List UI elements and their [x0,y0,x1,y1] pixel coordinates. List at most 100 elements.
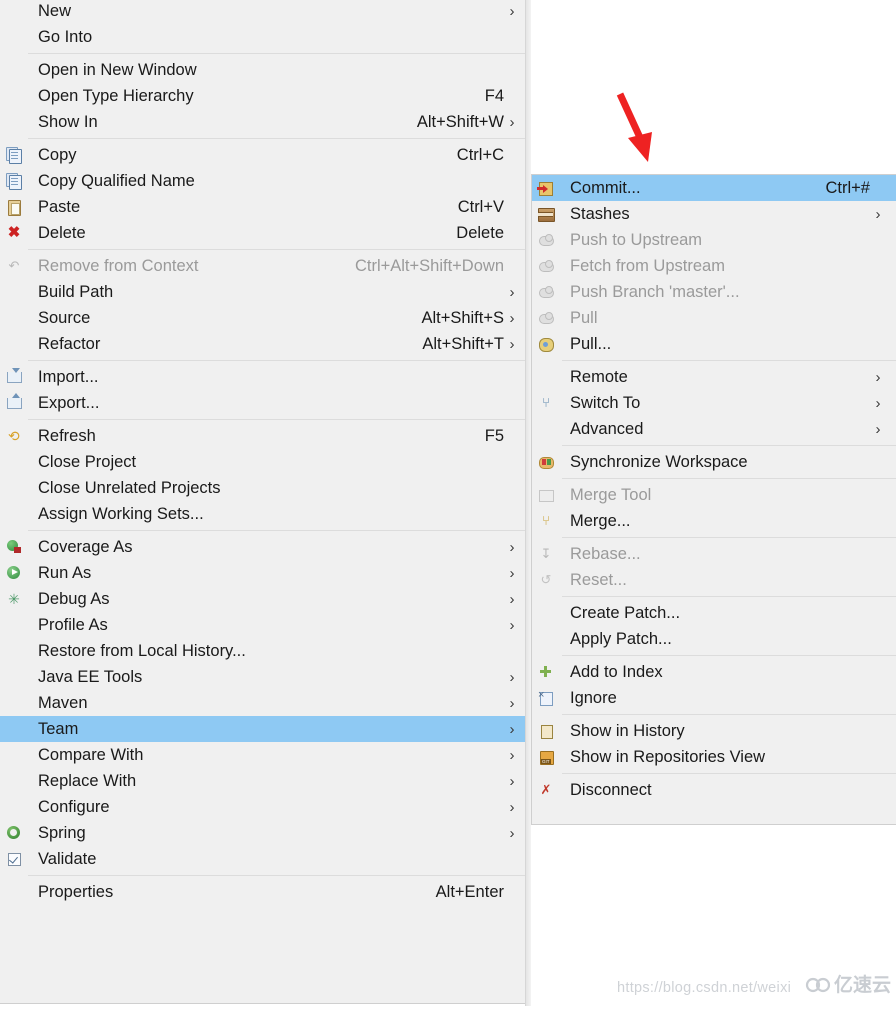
menu-item-icon-slot [0,560,28,586]
context-menu-item-maven[interactable]: Maven › [0,690,530,716]
menu-item-label: Remove from Context [38,256,199,275]
pull-config-icon [538,336,554,352]
context-menu-item-coverage-as[interactable]: Coverage As › [0,534,530,560]
menu-item-label: Open in New Window [38,60,197,79]
submenu-chevron-right-icon: › [509,668,515,686]
context-menu-item-restore-from-local-history[interactable]: Restore from Local History... › [0,638,530,664]
team-submenu-item-show-in-history[interactable]: Show in History › [532,718,896,744]
context-menu-item-compare-with[interactable]: Compare With › [0,742,530,768]
menu-item-icon-slot [0,879,28,905]
context-menu-item-refresh[interactable]: ⟳ Refresh F5› [0,423,530,449]
menu-item-label: Disconnect [570,780,652,799]
stashes-icon [538,206,555,222]
menu-item-label: Compare With [38,745,144,764]
context-menu-item-show-in[interactable]: Show In Alt+Shift+W › [0,109,530,135]
context-menu-item-profile-as[interactable]: Profile As › [0,612,530,638]
context-menu-item-open-type-hierarchy[interactable]: Open Type Hierarchy F4› [0,83,530,109]
chevron-placeholder: › [504,259,520,274]
team-submenu-item-pull: Pull › [532,305,896,331]
context-menu-item-import[interactable]: Import... › [0,364,530,390]
menu-item-label: Build Path [38,282,114,301]
chevron-placeholder: › [870,547,886,562]
menu-item-shortcut: Alt+Shift+W [416,112,504,131]
chevron-placeholder: › [870,455,886,470]
context-menu-item-copy-qualified-name[interactable]: Copy Qualified Name › [0,168,530,194]
context-menu-item-export[interactable]: Export... › [0,390,530,416]
menu-item-shortcut: Ctrl+# [825,178,870,197]
no-icon [6,799,22,815]
team-submenu-item-fetch-from-upstream: Fetch from Upstream › [532,253,896,279]
menu-item-label: Advanced [570,419,644,438]
debug-bug-icon: ✳ [8,591,20,607]
context-menu-item-assign-working-sets[interactable]: Assign Working Sets... › [0,501,530,527]
no-icon [6,3,22,19]
menu-item-icon-slot [0,0,28,24]
menu-item-shortcut: Alt+Shift+T [422,334,504,353]
menu-separator [28,419,530,420]
menu-separator [562,360,896,361]
context-menu-item-run-as[interactable]: Run As › [0,560,530,586]
menu-item-label: Reset... [570,570,627,589]
chevron-placeholder: › [504,174,520,189]
team-submenu-item-ignore[interactable]: Ignore › [532,685,896,711]
team-submenu-item-commit[interactable]: Commit... Ctrl+#› [532,175,896,201]
menu-item-icon-slot [532,600,560,626]
context-menu-item-go-into[interactable]: Go Into › [0,24,530,50]
chevron-placeholder: › [870,259,886,274]
context-menu-item-close-unrelated-projects[interactable]: Close Unrelated Projects › [0,475,530,501]
context-menu-item-properties[interactable]: Properties Alt+Enter› [0,879,530,905]
menu-item-label: Spring [38,823,86,842]
fetch-cloud-icon [538,258,554,274]
team-submenu-item-show-in-repositories-view[interactable]: Show in Repositories View › [532,744,896,770]
context-menu-item-close-project[interactable]: Close Project › [0,449,530,475]
context-menu-item-validate[interactable]: Validate › [0,846,530,872]
history-icon [538,723,554,739]
copy-qualified-name-icon [6,173,22,190]
chevron-placeholder: › [870,337,886,352]
team-submenu-item-switch-to[interactable]: ⑂ Switch To › [532,390,896,416]
team-submenu-item-merge[interactable]: ⑂ Merge... › [532,508,896,534]
menu-item-label: Profile As [38,615,108,634]
context-menu-item-debug-as[interactable]: ✳ Debug As › [0,586,530,612]
no-icon [6,480,22,496]
context-menu-item-spring[interactable]: Spring › [0,820,530,846]
spring-leaf-icon [6,825,22,841]
context-menu-item-refactor[interactable]: Refactor Alt+Shift+T › [0,331,530,357]
team-submenu-item-create-patch[interactable]: Create Patch... › [532,600,896,626]
chevron-placeholder: › [504,481,520,496]
context-menu-item-team[interactable]: Team › [0,716,530,742]
logo-text: 亿速云 [834,974,892,996]
context-menu-item-copy[interactable]: Copy Ctrl+C› [0,142,530,168]
team-submenu-item-synchronize-workspace[interactable]: Synchronize Workspace › [532,449,896,475]
context-menu-item-configure[interactable]: Configure › [0,794,530,820]
team-submenu-item-disconnect[interactable]: ✗ Disconnect › [532,777,896,803]
team-submenu-item-add-to-index[interactable]: Add to Index › [532,659,896,685]
menu-item-icon-slot [0,109,28,135]
team-submenu-item-apply-patch[interactable]: Apply Patch... › [532,626,896,652]
menu-item-icon-slot [0,57,28,83]
context-menu-item-open-in-new-window[interactable]: Open in New Window › [0,57,530,83]
team-submenu-item-remote[interactable]: Remote › [532,364,896,390]
menu-item-shortcut: Ctrl+V [457,197,504,216]
submenu-chevron-right-icon: › [509,590,515,608]
no-icon [6,695,22,711]
no-icon [538,421,554,437]
context-menu-item-paste[interactable]: Paste Ctrl+V› [0,194,530,220]
submenu-chevron-right-icon: › [509,309,515,327]
chevron-placeholder: › [870,181,886,196]
submenu-chevron-right-icon: › [509,616,515,634]
team-submenu-item-pull[interactable]: Pull... › [532,331,896,357]
context-menu-item-source[interactable]: Source Alt+Shift+S › [0,305,530,331]
menu-item-label: Synchronize Workspace [570,452,748,471]
menu-item-label: Push to Upstream [570,230,703,249]
team-submenu-item-stashes[interactable]: Stashes › [532,201,896,227]
context-menu-item-java-ee-tools[interactable]: Java EE Tools › [0,664,530,690]
context-menu-item-replace-with[interactable]: Replace With › [0,768,530,794]
team-submenu-item-advanced[interactable]: Advanced › [532,416,896,442]
context-menu-item-new[interactable]: New › [0,0,530,24]
menu-item-label: Source [38,308,91,327]
context-menu-item-delete[interactable]: ✖DeleteDelete› [0,220,530,246]
chevron-placeholder: › [870,233,886,248]
context-menu-item-build-path[interactable]: Build Path › [0,279,530,305]
menu-item-shortcut: Ctrl+C [456,145,504,164]
